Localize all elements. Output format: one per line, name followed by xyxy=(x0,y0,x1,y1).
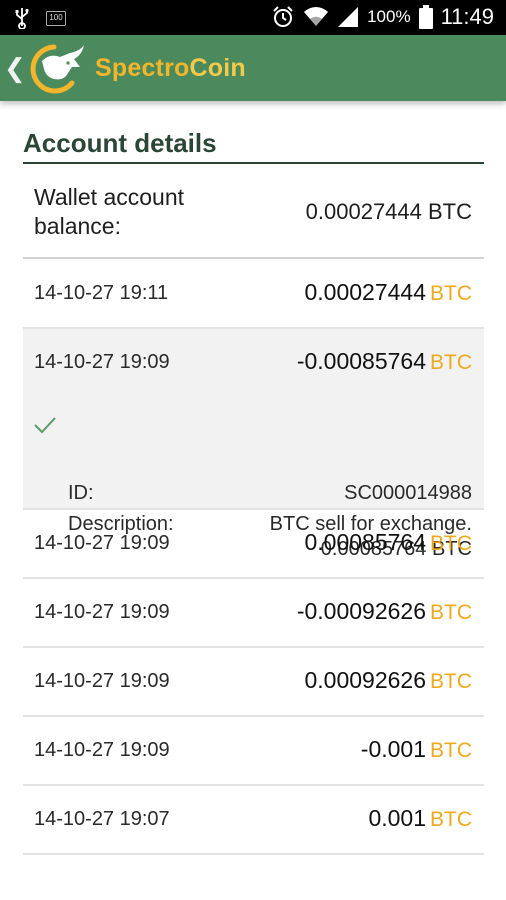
balance-label: Wallet account balance: xyxy=(34,184,184,239)
transaction-date: 14-10-27 19:11 xyxy=(34,282,169,304)
battery-percent: 100% xyxy=(367,7,411,26)
page-title: Account details xyxy=(23,128,217,158)
transaction-amount: 0.00092626 BTC xyxy=(304,667,472,694)
currency-label: BTC xyxy=(430,351,472,374)
transaction-row[interactable]: 14-10-27 19:09 0.00092626 BTC xyxy=(23,648,484,717)
transaction-row-expanded[interactable]: 14-10-27 19:09 -0.00085764 BTC ID: SC0000… xyxy=(23,329,484,560)
battery-small-label: 100 xyxy=(49,12,63,22)
balance-row: Wallet account balance: 0.00027444 BTC xyxy=(23,165,484,258)
transaction-list: 14-10-27 19:11 0.00027444 BTC 14-10-27 19… xyxy=(23,260,484,855)
clock: 11:49 xyxy=(440,4,494,29)
battery-icon xyxy=(418,5,433,29)
currency-label: BTC xyxy=(430,808,472,831)
signal-icon xyxy=(338,7,359,27)
transaction-row[interactable]: 14-10-27 19:07 0.001 BTC xyxy=(23,786,484,855)
transaction-row[interactable]: 14-10-27 19:09 -0.00092626 BTC xyxy=(23,579,484,648)
transaction-row[interactable]: 14-10-27 19:09 0.00085764 BTC xyxy=(23,510,484,579)
usb-icon xyxy=(15,8,29,29)
transaction-date: 14-10-27 19:09 xyxy=(34,670,170,692)
alarm-icon xyxy=(273,6,293,27)
transaction-amount: -0.001 BTC xyxy=(361,736,472,763)
transaction-amount: 0.00085764 BTC xyxy=(304,529,472,556)
back-icon[interactable]: ❮ xyxy=(4,53,26,84)
brand-name: SpectroCoin xyxy=(95,54,246,83)
balance-value: 0.00027444 BTC xyxy=(305,199,472,224)
balance-divider xyxy=(23,257,484,259)
title-divider xyxy=(23,162,484,164)
transaction-date: 14-10-27 19:07 xyxy=(34,808,170,830)
currency-label: BTC xyxy=(430,282,472,305)
id-label: ID: xyxy=(68,482,94,504)
transaction-row[interactable]: 14-10-27 19:11 0.00027444 BTC xyxy=(23,260,484,329)
currency-label: BTC xyxy=(430,670,472,693)
currency-label: BTC xyxy=(430,739,472,762)
wifi-icon xyxy=(304,7,329,26)
transaction-date: 14-10-27 19:09 xyxy=(34,351,170,373)
amount-value: -0.00085764 xyxy=(296,348,426,374)
id-value: SC000014988 xyxy=(344,482,472,504)
amount-value: 0.00085764 xyxy=(304,529,426,555)
brand-part1: Spectro xyxy=(95,54,190,82)
logo-icon[interactable] xyxy=(24,41,86,95)
transaction-row[interactable]: 14-10-27 19:09 -0.001 BTC xyxy=(23,717,484,786)
amount-value: -0.001 xyxy=(360,736,426,762)
amount-value: 0.001 xyxy=(368,805,426,831)
transaction-date: 14-10-27 19:09 xyxy=(34,532,170,554)
amount-value: 0.00092626 xyxy=(304,667,426,693)
status-bar: 100 100% 11:49 xyxy=(0,0,506,35)
amount-value: -0.00092626 xyxy=(296,598,426,624)
currency-label: BTC xyxy=(430,601,472,624)
transaction-date: 14-10-27 19:09 xyxy=(34,601,170,623)
amount-value: 0.00027444 xyxy=(304,279,426,305)
brand-part2: Coin xyxy=(189,54,246,82)
transaction-date: 14-10-27 19:09 xyxy=(34,739,170,761)
check-icon xyxy=(34,417,56,434)
currency-label: BTC xyxy=(430,532,472,555)
transaction-amount: -0.00085764 BTC xyxy=(297,348,472,375)
battery-small-icon: 100 xyxy=(46,10,66,26)
transaction-amount: 0.001 BTC xyxy=(368,805,472,832)
app-bar: ❮ SpectroCoin xyxy=(0,35,506,101)
transaction-amount: -0.00092626 BTC xyxy=(297,598,472,625)
transaction-amount: 0.00027444 BTC xyxy=(304,279,472,306)
